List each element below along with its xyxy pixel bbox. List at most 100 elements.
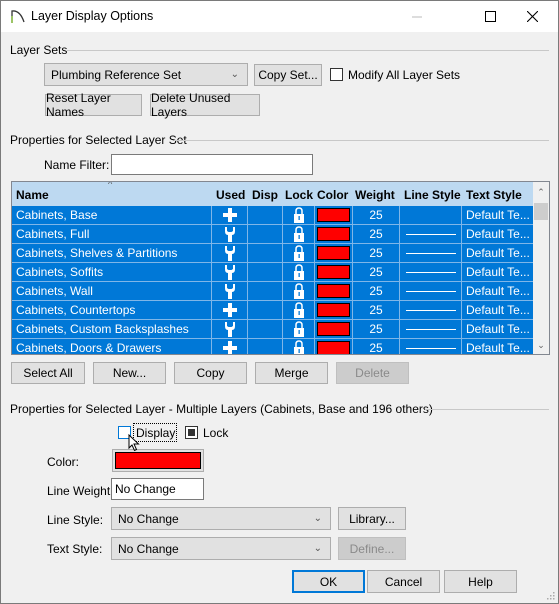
line-style-cell[interactable] xyxy=(400,225,462,243)
table-row[interactable]: Cabinets, Base 25 Default Te... xyxy=(12,206,533,225)
display-toggle[interactable] xyxy=(248,301,283,319)
column-header-disp[interactable]: Disp xyxy=(252,188,278,202)
cancel-button[interactable]: Cancel xyxy=(367,570,440,593)
name-filter-input[interactable] xyxy=(111,154,313,175)
text-style-dropdown[interactable]: No Change ⌄ xyxy=(111,537,331,560)
lock-icon[interactable] xyxy=(283,301,315,319)
text-style-value: Default Te... xyxy=(466,303,530,317)
line-style-sample xyxy=(405,271,456,273)
color-swatch xyxy=(317,341,350,354)
copy-set-button[interactable]: Copy Set... xyxy=(254,64,322,86)
table-row[interactable]: Cabinets, Custom Backsplashes 25 Default T… xyxy=(12,320,533,339)
layer-set-selected: Plumbing Reference Set xyxy=(51,67,182,82)
lock-icon[interactable] xyxy=(283,225,315,243)
color-swatch xyxy=(317,208,350,222)
chevron-down-icon: ⌄ xyxy=(313,542,322,554)
table-row[interactable]: Cabinets, Doors & Drawers 25 Default Te... xyxy=(12,339,533,354)
layer-name: Cabinets, Countertops xyxy=(12,301,212,319)
used-wrench-icon[interactable] xyxy=(212,263,248,281)
line-style-cell[interactable] xyxy=(400,263,462,281)
resize-grip-icon[interactable] xyxy=(545,590,555,600)
display-toggle[interactable] xyxy=(248,206,283,224)
color-button[interactable] xyxy=(112,449,204,472)
lock-icon[interactable] xyxy=(283,206,315,224)
color-cell[interactable] xyxy=(315,282,353,300)
reset-layer-names-button[interactable]: Reset Layer Names xyxy=(45,91,142,119)
delete-layer-button[interactable]: Delete xyxy=(336,362,409,384)
minimize-button[interactable] xyxy=(394,1,440,32)
used-wrench-icon[interactable] xyxy=(212,320,248,338)
color-cell[interactable] xyxy=(315,339,353,354)
copy-layer-button[interactable]: Copy xyxy=(174,362,247,384)
color-cell[interactable] xyxy=(315,206,353,224)
layer-name: Cabinets, Base xyxy=(12,206,212,224)
delete-unused-layers-button[interactable]: Delete Unused Layers xyxy=(150,91,260,119)
line-weight-input[interactable]: No Change xyxy=(111,478,204,500)
new-layer-button[interactable]: New... xyxy=(93,362,166,384)
line-style-cell[interactable] xyxy=(400,320,462,338)
scroll-up-icon[interactable]: ⌃ xyxy=(533,184,549,201)
scrollbar-thumb[interactable] xyxy=(534,203,548,220)
help-button[interactable]: Help xyxy=(444,570,517,593)
table-row[interactable]: Cabinets, Countertops 25 Default Te... xyxy=(12,301,533,320)
table-row[interactable]: Cabinets, Full 25 Default Te... xyxy=(12,225,533,244)
used-wrench-icon[interactable] xyxy=(212,244,248,262)
line-style-cell[interactable] xyxy=(400,301,462,319)
column-header-name[interactable]: Name xyxy=(16,188,49,202)
line-style-dropdown[interactable]: No Change ⌄ xyxy=(111,507,331,530)
color-swatch xyxy=(317,284,350,298)
layer-set-dropdown[interactable]: Plumbing Reference Set ⌄ xyxy=(44,63,248,86)
close-button[interactable] xyxy=(509,1,555,32)
table-row[interactable]: Cabinets, Shelves & Partitions 25 Default … xyxy=(12,244,533,263)
color-cell[interactable] xyxy=(315,225,353,243)
ok-button[interactable]: OK xyxy=(292,570,365,593)
column-header-weight[interactable]: Weight xyxy=(355,188,395,202)
display-toggle[interactable] xyxy=(248,244,283,262)
lock-icon[interactable] xyxy=(283,263,315,281)
select-all-button[interactable]: Select All xyxy=(11,362,85,384)
merge-layers-button[interactable]: Merge xyxy=(255,362,328,384)
display-toggle[interactable] xyxy=(248,282,283,300)
display-toggle[interactable] xyxy=(248,320,283,338)
lock-icon[interactable] xyxy=(283,339,315,354)
maximize-button[interactable] xyxy=(467,1,513,32)
color-cell[interactable] xyxy=(315,244,353,262)
table-scrollbar[interactable]: ⌃ ⌄ xyxy=(533,182,549,354)
color-swatch xyxy=(317,303,350,317)
column-header-line-style[interactable]: Line Style xyxy=(404,188,461,202)
scroll-down-icon[interactable]: ⌄ xyxy=(533,337,549,354)
layer-name: Cabinets, Doors & Drawers xyxy=(12,339,212,354)
display-toggle[interactable] xyxy=(248,225,283,243)
lock-checkbox[interactable] xyxy=(185,426,198,439)
display-toggle[interactable] xyxy=(248,339,283,354)
display-toggle[interactable] xyxy=(248,263,283,281)
lock-icon[interactable] xyxy=(283,320,315,338)
used-plus-icon[interactable] xyxy=(212,339,248,354)
lock-icon[interactable] xyxy=(283,244,315,262)
line-weight-value: No Change xyxy=(115,482,176,496)
used-plus-icon[interactable] xyxy=(212,206,248,224)
column-header-used[interactable]: Used xyxy=(216,188,245,202)
line-style-cell[interactable] xyxy=(400,244,462,262)
table-row[interactable]: Cabinets, Soffits 25 Default Te... xyxy=(12,263,533,282)
column-header-lock[interactable]: Lock xyxy=(285,188,313,202)
line-style-cell[interactable] xyxy=(400,206,462,224)
color-cell[interactable] xyxy=(315,320,353,338)
define-button[interactable]: Define... xyxy=(338,537,406,560)
used-plus-icon[interactable] xyxy=(212,301,248,319)
column-header-color[interactable]: Color xyxy=(317,188,348,202)
layer-name: Cabinets, Soffits xyxy=(12,263,212,281)
line-style-cell[interactable] xyxy=(400,282,462,300)
line-style-sample xyxy=(405,347,456,349)
library-button[interactable]: Library... xyxy=(338,507,406,530)
modify-all-layer-sets-checkbox[interactable] xyxy=(330,68,343,81)
lock-icon[interactable] xyxy=(283,282,315,300)
used-wrench-icon[interactable] xyxy=(212,225,248,243)
color-cell[interactable] xyxy=(315,301,353,319)
line-style-sample xyxy=(405,252,456,254)
column-header-text-style[interactable]: Text Style xyxy=(466,188,522,202)
used-wrench-icon[interactable] xyxy=(212,282,248,300)
line-style-cell[interactable] xyxy=(400,339,462,354)
table-row[interactable]: Cabinets, Wall 25 Default Te... xyxy=(12,282,533,301)
color-cell[interactable] xyxy=(315,263,353,281)
